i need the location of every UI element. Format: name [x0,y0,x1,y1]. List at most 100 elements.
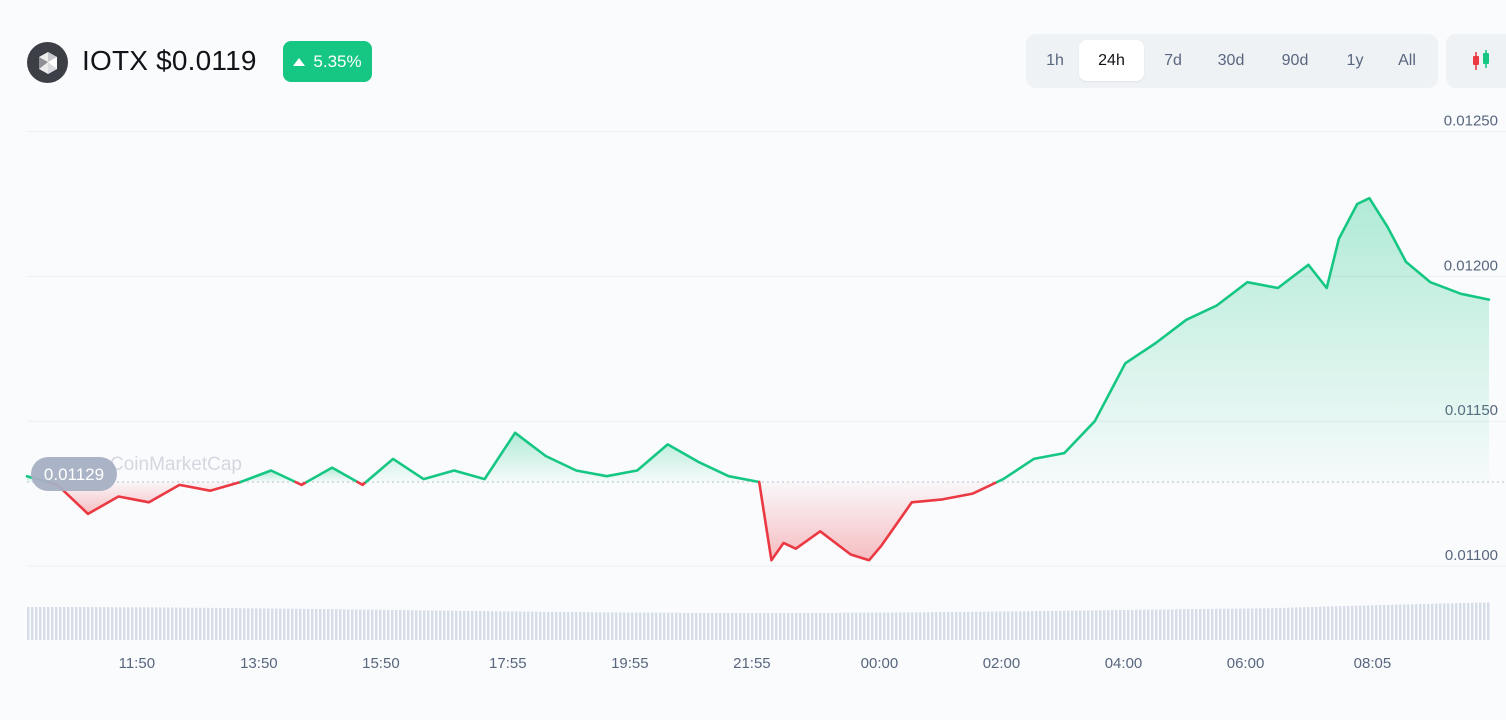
volume-bar [1271,608,1274,640]
volume-bar [851,612,854,640]
x-axis-ticks: 11:50 13:50 15:50 17:55 19:55 21:55 00:00 02:00… [119,655,1392,672]
volume-bar [583,612,586,640]
volume-bar [243,608,246,640]
volume-bar [1319,606,1322,640]
volume-bar [1471,602,1474,640]
volume-bar [879,612,882,640]
volume-bar [383,609,386,640]
volume-bar [1371,605,1374,640]
volume-bar [627,612,630,640]
volume-bar [375,609,378,640]
volume-bar [839,612,842,640]
volume-bar [275,608,278,640]
volume-bar [1351,605,1354,640]
volume-bar [203,607,206,640]
volume-bar [679,612,682,640]
volume-bar [1183,609,1186,640]
volume-bar [455,610,458,640]
volume-bar [859,612,862,640]
volume-bar [135,607,138,640]
volume-bar [123,607,126,640]
volume-bar [1163,609,1166,640]
volume-bar [215,607,218,640]
volume-bar [619,612,622,640]
volume-bar [1395,604,1398,640]
volume-bar [823,612,826,640]
volume-bar [655,612,658,640]
volume-bar [1367,605,1370,640]
volume-bar [1467,602,1470,640]
volume-bar [1363,605,1366,640]
volume-bar [1331,606,1334,640]
volume-bar [947,612,950,640]
volume-bar [1315,606,1318,640]
volume-bar [607,612,610,640]
volume-bar [1099,610,1102,640]
volume-bar [1187,609,1190,640]
volume-bar [387,609,390,640]
volume-bar [555,611,558,640]
volume-bar [1423,603,1426,640]
volume-bar [1383,604,1386,640]
volume-bar [987,611,990,640]
volume-bar [687,612,690,640]
volume-bar [1387,604,1390,640]
volume-bar [1119,610,1122,640]
volume-bar [459,610,462,640]
volume-bar [303,608,306,640]
volume-bar [267,608,270,640]
volume-bar [263,608,266,640]
volume-bar [279,608,282,640]
volume-bar [219,607,222,640]
volume-bar [99,607,102,640]
volume-bar [903,612,906,640]
volume-bar [971,611,974,640]
volume-bar [1111,610,1114,640]
area-fill-up [997,198,1489,483]
volume-bar [1435,603,1438,640]
volume-bar [307,608,310,640]
volume-bar [591,612,594,640]
volume-bar [1095,610,1098,640]
volume-bar [371,609,374,640]
volume-bar [323,609,326,640]
volume-bar [799,612,802,640]
volume-bar [47,607,50,640]
volume-bar [419,610,422,640]
volume-bar [227,608,230,640]
volume-bar [1411,604,1414,640]
volume-bar [1047,610,1050,640]
volume-bar [287,608,290,640]
volume-bar [1155,609,1158,640]
volume-bar [719,612,722,640]
volume-bar [1263,608,1266,640]
volume-bar [1079,610,1082,640]
volume-bar [1483,602,1486,640]
volume-bar [1391,604,1394,640]
volume-bar [1131,609,1134,640]
volume-bar [363,609,366,640]
volume-bar [939,612,942,640]
price-chart[interactable]: 0.012500.012000.011500.01100 CoinMarketC… [0,0,1506,720]
volume-bar [335,609,338,640]
volume-bar [39,607,42,640]
volume-bar [907,612,910,640]
y-tick-label: 0.01100 [1445,547,1498,564]
volume-bar [1279,607,1282,640]
volume-bar [1199,609,1202,640]
volume-bar [143,607,146,640]
volume-bar [1267,608,1270,640]
volume-bar [779,612,782,640]
volume-bar [495,611,498,640]
volume-bar [31,607,34,640]
volume-bar [1327,606,1330,640]
volume-bar [351,609,354,640]
volume-bar [319,609,322,640]
volume-bar [191,607,194,640]
volume-bar [1015,611,1018,640]
volume-bar [63,607,66,640]
volume-bar [199,607,202,640]
volume-bar [959,611,962,640]
volume-bar [919,612,922,640]
volume-bar [1203,608,1206,640]
